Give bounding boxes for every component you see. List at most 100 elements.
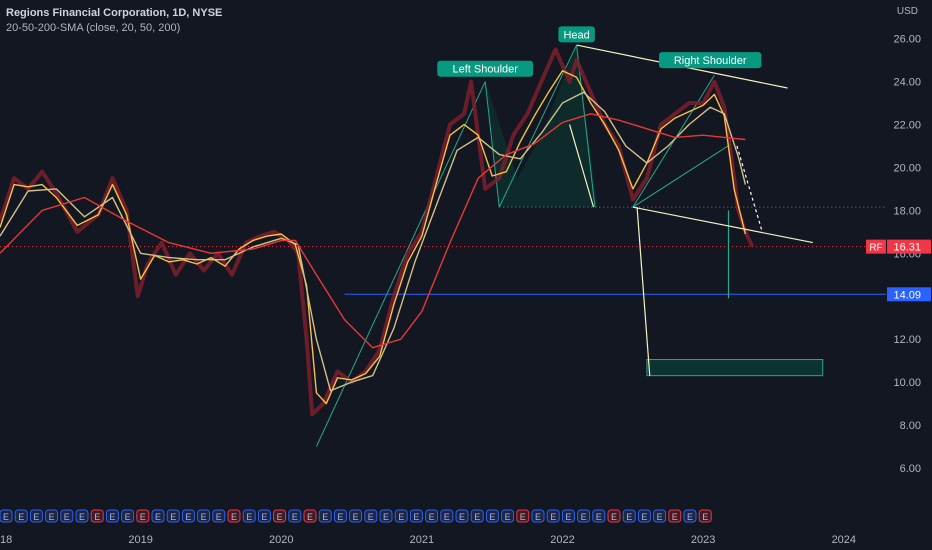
earnings-marker-text: E <box>657 512 663 522</box>
y-tick-label: 26.00 <box>893 34 921 46</box>
earnings-marker-text: E <box>125 512 131 522</box>
y-tick-label: 18.00 <box>893 205 921 217</box>
earnings-marker: E <box>622 509 636 523</box>
price-chart[interactable]: Left Shoulder Head Right Shoulder 26.00 24.0… <box>0 0 932 550</box>
earnings-marker: E <box>29 509 43 523</box>
price-tag-symbol: RF <box>869 243 882 254</box>
pattern-label: Left Shoulder <box>437 60 534 77</box>
y-tick-label: 20.00 <box>893 162 921 174</box>
y-tick-label: 8.00 <box>900 420 921 432</box>
earnings-marker: E <box>485 509 499 523</box>
earnings-marker: E <box>683 509 697 523</box>
earnings-marker: E <box>151 509 165 523</box>
earnings-marker: E <box>136 509 150 523</box>
earnings-marker-text: E <box>672 512 678 522</box>
earnings-marker: E <box>227 509 241 523</box>
earnings-marker: E <box>60 509 74 523</box>
pattern-label-text: Head <box>563 29 589 41</box>
earnings-marker-text: E <box>140 512 146 522</box>
indicator-label[interactable]: 20-50-200-SMA (close, 20, 50, 200) <box>6 21 222 36</box>
earnings-marker: E <box>105 509 119 523</box>
earnings-marker-text: E <box>79 512 85 522</box>
earnings-marker-text: E <box>413 512 419 522</box>
earnings-marker-text: E <box>292 512 298 522</box>
earnings-marker-text: E <box>459 512 465 522</box>
earnings-marker: E <box>181 509 195 523</box>
chart-legend: Regions Financial Corporation, 1D, NYSE … <box>6 6 222 36</box>
earnings-marker-text: E <box>322 512 328 522</box>
earnings-marker: E <box>273 509 287 523</box>
earnings-marker: E <box>592 509 606 523</box>
pattern-label-text: Left Shoulder <box>452 64 518 76</box>
earnings-marker: E <box>166 509 180 523</box>
earnings-marker: E <box>303 509 317 523</box>
earnings-marker-text: E <box>201 512 207 522</box>
target-box <box>646 359 824 377</box>
pattern-label: Right Shoulder <box>659 52 762 69</box>
y-tick-label: 24.00 <box>893 77 921 89</box>
x-tick-label: 2023 <box>691 534 715 546</box>
x-tick-label: 2020 <box>269 534 293 546</box>
earnings-marker: E <box>409 509 423 523</box>
earnings-marker-text: E <box>626 512 632 522</box>
y-tick-label: 22.00 <box>893 120 921 132</box>
earnings-marker-text: E <box>277 512 283 522</box>
price-tag-value: 16.31 <box>893 242 921 254</box>
earnings-marker: E <box>197 509 211 523</box>
earnings-marker-text: E <box>155 512 161 522</box>
earnings-marker: E <box>121 509 135 523</box>
earnings-marker: E <box>577 509 591 523</box>
earnings-marker-text: E <box>611 512 617 522</box>
symbol-title[interactable]: Regions Financial Corporation, 1D, NYSE <box>6 6 222 21</box>
earnings-marker: E <box>516 509 530 523</box>
earnings-marker-text: E <box>170 512 176 522</box>
earnings-marker: E <box>75 509 89 523</box>
earnings-marker-text: E <box>535 512 541 522</box>
currency-label: USD <box>897 6 918 17</box>
earnings-marker: E <box>212 509 226 523</box>
earnings-marker: E <box>0 509 13 523</box>
earnings-marker-text: E <box>49 512 55 522</box>
earnings-marker: E <box>242 509 256 523</box>
earnings-marker: E <box>668 509 682 523</box>
earnings-marker: E <box>561 509 575 523</box>
earnings-marker: E <box>637 509 651 523</box>
earnings-marker-text: E <box>337 512 343 522</box>
earnings-marker-text: E <box>641 512 647 522</box>
y-tick-label: 12.00 <box>893 334 921 346</box>
earnings-marker-text: E <box>109 512 115 522</box>
earnings-marker-text: E <box>18 512 24 522</box>
earnings-marker-text: E <box>565 512 571 522</box>
earnings-marker-text: E <box>3 512 9 522</box>
earnings-marker-text: E <box>581 512 587 522</box>
earnings-marker: E <box>653 509 667 523</box>
earnings-marker-text: E <box>94 512 100 522</box>
x-tick-label: 2018 <box>0 534 12 546</box>
earnings-marker-text: E <box>368 512 374 522</box>
earnings-marker-text: E <box>489 512 495 522</box>
earnings-marker: E <box>440 509 454 523</box>
earnings-marker-text: E <box>444 512 450 522</box>
earnings-marker: E <box>455 509 469 523</box>
earnings-marker: E <box>379 509 393 523</box>
earnings-marker: E <box>14 509 28 523</box>
earnings-marker-text: E <box>550 512 556 522</box>
earnings-marker-text: E <box>307 512 313 522</box>
earnings-marker-text: E <box>702 512 708 522</box>
earnings-marker-text: E <box>687 512 693 522</box>
earnings-marker: E <box>318 509 332 523</box>
earnings-marker: E <box>288 509 302 523</box>
earnings-marker-text: E <box>474 512 480 522</box>
earnings-marker: E <box>546 509 560 523</box>
earnings-marker-text: E <box>353 512 359 522</box>
earnings-marker: E <box>394 509 408 523</box>
earnings-marker: E <box>45 509 59 523</box>
y-tick-label: 6.00 <box>900 463 921 475</box>
earnings-marker-text: E <box>246 512 252 522</box>
earnings-marker: E <box>501 509 515 523</box>
earnings-marker: E <box>90 509 104 523</box>
support-tag-value: 14.09 <box>893 289 921 301</box>
earnings-marker-text: E <box>185 512 191 522</box>
earnings-marker-text: E <box>596 512 602 522</box>
earnings-marker: E <box>607 509 621 523</box>
